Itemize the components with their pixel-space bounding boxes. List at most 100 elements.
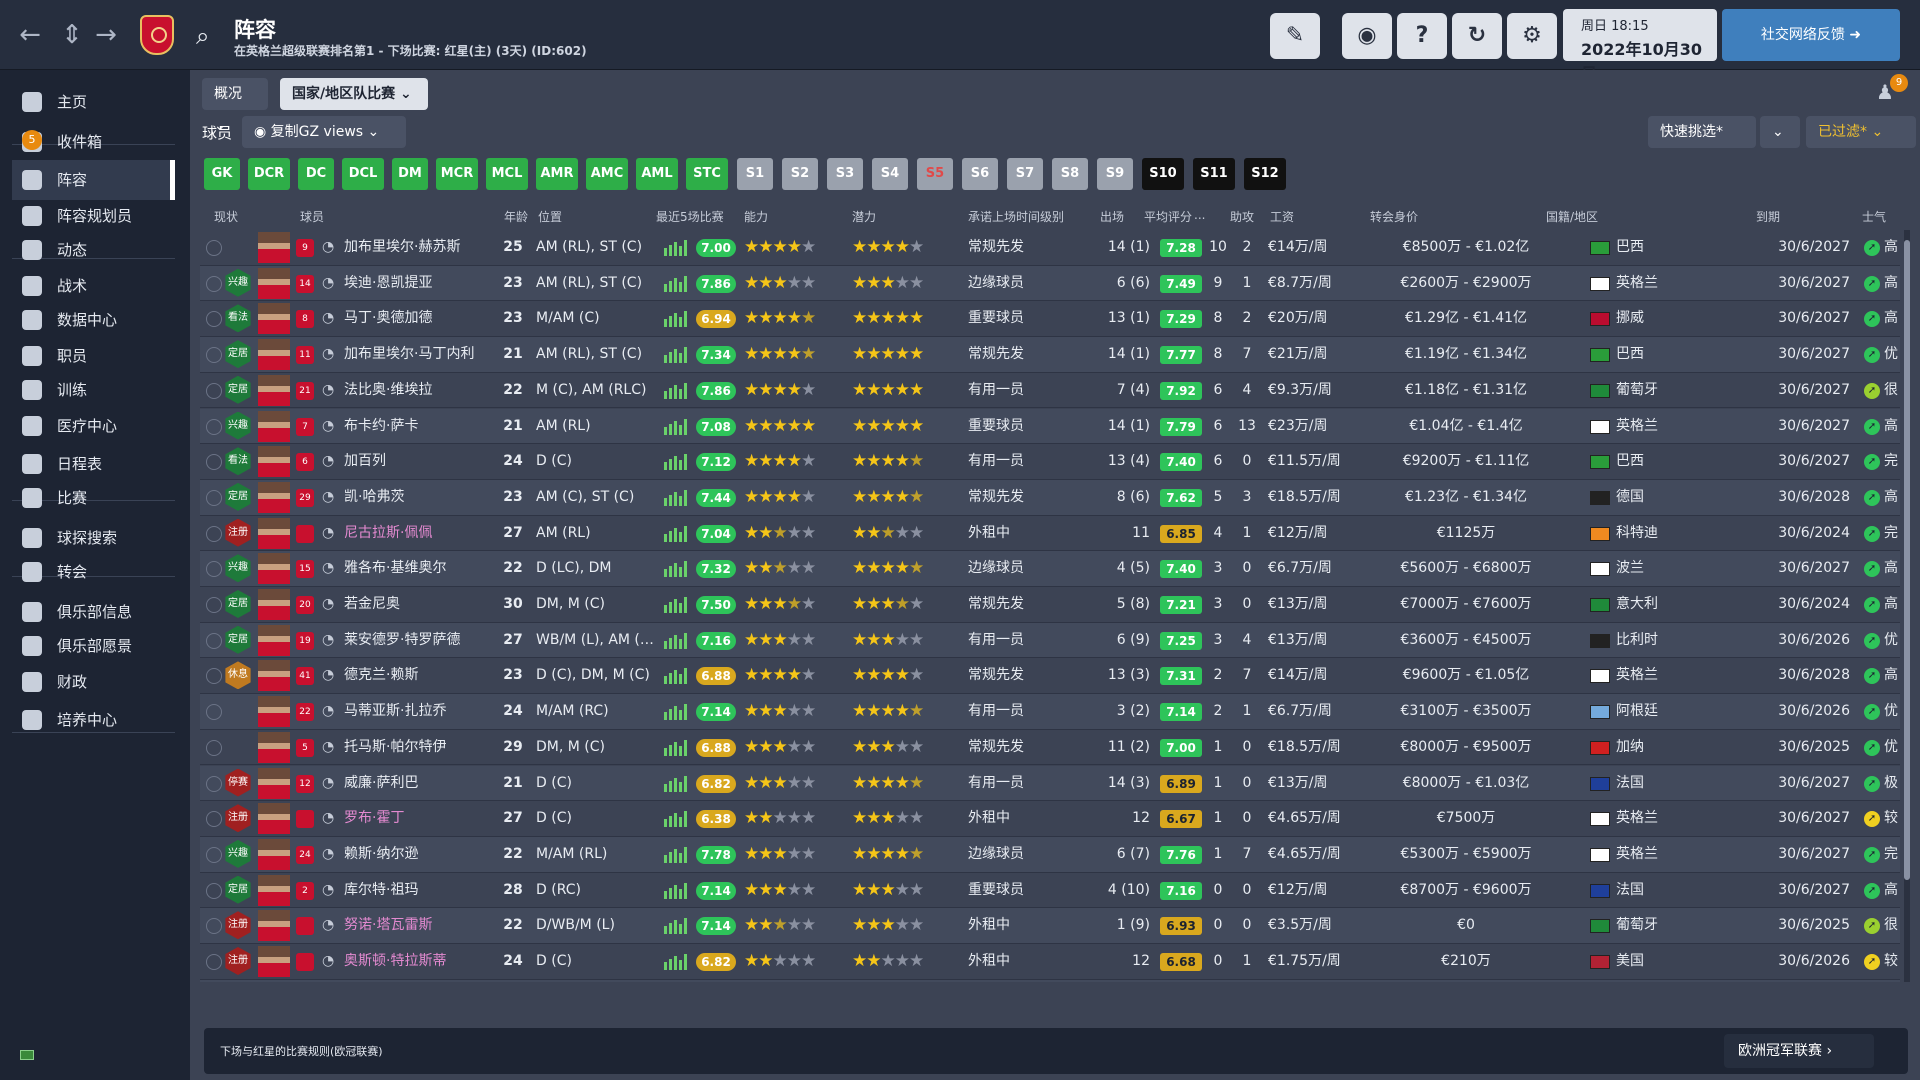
table-row[interactable]: 停赛 12 ◔ 威廉·萨利巴 21 D (C) 6.82 ★★★★★ ★★★★★ 有用一员 14 (… [200, 765, 1900, 802]
player-name-link[interactable]: 托马斯·帕尔特伊 [344, 730, 494, 765]
table-row[interactable]: 定居 11 ◔ 加布里埃尔·马丁内利 21 AM (RL), ST (C) 7.34 ★★★★… [200, 337, 1900, 373]
sidebar-item-0[interactable]: 主页 [12, 82, 175, 122]
sidebar-item-8[interactable]: 训练 [12, 370, 175, 410]
row-select-checkbox[interactable] [206, 846, 222, 863]
col-contract[interactable]: 到期 [1756, 208, 1780, 225]
position-filter-mcl[interactable]: MCL [486, 158, 528, 190]
status-badge[interactable]: 兴趣 [225, 411, 251, 440]
row-select-checkbox[interactable] [206, 882, 222, 899]
scrollbar-thumb[interactable] [1904, 240, 1910, 880]
sidebar-item-4[interactable]: 动态 [12, 230, 175, 270]
row-select-checkbox[interactable] [206, 275, 222, 292]
status-badge[interactable]: 兴趣 [225, 839, 251, 868]
back-button[interactable]: ← [14, 18, 46, 52]
table-row[interactable]: 兴趣 15 ◔ 雅各布·基维奥尔 22 D (LC), DM 7.32 ★★★★★ ★★★★★ 边… [200, 551, 1900, 587]
status-badge[interactable]: 看法 [225, 304, 251, 333]
position-filter-amc[interactable]: AMC [586, 158, 628, 190]
position-filter-dcl[interactable]: DCL [342, 158, 384, 190]
player-name-link[interactable]: 德克兰·赖斯 [344, 658, 494, 693]
social-feedback-button[interactable]: 社交网络反馈 ➜ [1722, 9, 1900, 61]
help-icon[interactable]: ? [1397, 13, 1447, 59]
row-select-checkbox[interactable] [206, 954, 222, 970]
position-filter-s6[interactable]: S6 [962, 158, 998, 190]
globe-icon[interactable]: ◉ [1342, 13, 1392, 59]
position-filter-mcr[interactable]: MCR [436, 158, 478, 190]
col-role[interactable]: 承诺上场时间级别 [968, 208, 1064, 225]
player-name-link[interactable]: 凯·哈弗茨 [344, 480, 494, 515]
row-select-checkbox[interactable] [206, 454, 222, 471]
status-badge[interactable]: 定居 [225, 375, 251, 404]
table-row[interactable]: 定居 20 ◔ 若金尼奥 30 DM, M (C) 7.50 ★★★★★ ★★★★★ 常规先发 5 … [200, 587, 1900, 623]
status-badge[interactable]: 兴趣 [225, 554, 251, 583]
row-select-checkbox[interactable] [206, 668, 222, 685]
status-badge[interactable]: 定居 [225, 590, 251, 618]
sidebar-item-11[interactable]: 比赛 [12, 478, 175, 518]
position-filter-s9[interactable]: S9 [1097, 158, 1133, 190]
col-goals[interactable]: ... [1194, 208, 1205, 222]
quick-pick-button[interactable]: 快速挑选* [1648, 116, 1756, 148]
row-select-checkbox[interactable] [206, 311, 222, 328]
status-badge[interactable]: 注册 [225, 911, 251, 940]
table-row[interactable]: 5 ◔ 托马斯·帕尔特伊 29 DM, M (C) 6.88 ★★★★★ ★★★★★ 常规先发 1… [200, 729, 1900, 766]
player-name-link[interactable]: 加布里埃尔·马丁内利 [344, 337, 494, 372]
filter-dropdown[interactable]: 已过滤* ⌄ [1806, 116, 1916, 148]
row-select-checkbox[interactable] [206, 418, 222, 435]
player-name-link[interactable]: 奥勒克山大·辛琴科 [344, 980, 494, 982]
col-form[interactable]: 最近5场比赛 [656, 208, 724, 225]
col-ability[interactable]: 能力 [744, 208, 768, 225]
table-row[interactable]: 看法 8 ◔ 马丁·奥德加德 23 M/AM (C) 6.94 ★★★★★ ★★★★★ 重要球员 1… [200, 301, 1900, 338]
sidebar-item-6[interactable]: 数据中心 [12, 300, 175, 340]
table-row[interactable]: 定居 2 ◔ 库尔特·祖玛 28 D (RC) 7.14 ★★★★★ ★★★★★ 重要球员 4 (1… [200, 872, 1900, 909]
table-row[interactable]: 休息 41 ◔ 德克兰·赖斯 23 D (C), DM, M (C) 6.88 ★★★★★ ★★… [200, 658, 1900, 695]
row-select-checkbox[interactable] [206, 811, 222, 828]
player-name-link[interactable]: 努诺·塔瓦雷斯 [344, 908, 494, 943]
row-select-checkbox[interactable] [206, 240, 222, 256]
sidebar-item-15[interactable]: 俱乐部愿景 [12, 626, 175, 666]
player-name-link[interactable]: 奥斯顿·特拉斯蒂 [344, 944, 494, 979]
player-name-link[interactable]: 莱安德罗·特罗萨德 [344, 623, 494, 658]
player-name-link[interactable]: 尼古拉斯·佩佩 [344, 516, 494, 551]
player-name-link[interactable]: 布卡约·萨卡 [344, 409, 494, 444]
col-assists[interactable]: 助攻 [1230, 208, 1254, 225]
status-badge[interactable]: 看法 [225, 447, 251, 476]
views-dropdown[interactable]: ◉ 复制GZ views ⌄ [242, 116, 406, 148]
table-row[interactable]: 注册 ◔ 罗布·霍丁 27 D (C) 6.38 ★★★★★ ★★★★★ 外租中 12 6.67 1 0… [200, 801, 1900, 837]
position-filter-amr[interactable]: AMR [536, 158, 578, 190]
position-filter-s8[interactable]: S8 [1052, 158, 1088, 190]
player-name-link[interactable]: 加百列 [344, 444, 494, 479]
status-badge[interactable]: 注册 [225, 518, 251, 547]
table-row[interactable]: 兴趣 14 ◔ 埃迪·恩凯提亚 23 AM (RL), ST (C) 7.86 ★★★★★ ★★… [200, 265, 1900, 302]
player-name-link[interactable]: 若金尼奥 [344, 587, 494, 622]
row-select-checkbox[interactable] [206, 561, 222, 578]
sidebar-item-17[interactable]: 培养中心 [12, 700, 175, 740]
quick-pick-dropdown-arrow[interactable]: ⌄ [1760, 116, 1800, 148]
position-filter-dcr[interactable]: DCR [248, 158, 290, 190]
row-select-checkbox[interactable] [206, 347, 222, 364]
refresh-icon[interactable]: ↻ [1452, 13, 1502, 59]
table-row[interactable]: 兴趣 24 ◔ 赖斯·纳尔逊 22 M/AM (RL) 7.78 ★★★★★ ★★★★★ 边缘球员… [200, 836, 1900, 873]
position-filter-dm[interactable]: DM [392, 158, 428, 190]
row-select-checkbox[interactable] [206, 525, 222, 542]
club-crest-icon[interactable] [140, 15, 174, 55]
row-select-checkbox[interactable] [206, 489, 222, 506]
row-select-checkbox[interactable] [206, 382, 222, 399]
status-badge[interactable]: 定居 [225, 875, 251, 904]
status-badge[interactable]: 休息 [225, 661, 251, 690]
sidebar-item-13[interactable]: 转会 [12, 552, 175, 592]
table-row[interactable]: 定居 29 ◔ 凯·哈弗茨 23 AM (C), ST (C) 7.44 ★★★★★ ★★★★★… [200, 479, 1900, 516]
table-row[interactable]: 注册 ◔ 奥斯顿·特拉斯蒂 24 D (C) 6.82 ★★★★★ ★★★★★ 外租中 12 6.6… [200, 944, 1900, 980]
settings-gear-icon[interactable]: ⚙ [1507, 13, 1557, 59]
col-morale[interactable]: 士气 [1862, 208, 1886, 225]
status-badge[interactable]: 注册 [225, 804, 251, 833]
table-row[interactable]: 22 ◔ 马蒂亚斯·扎拉乔 24 M/AM (RC) 7.14 ★★★★★ ★★★★★ 有用一员… [200, 694, 1900, 730]
sidebar-item-2[interactable]: 阵容 [12, 160, 175, 200]
player-name-link[interactable]: 雅各布·基维奥尔 [344, 551, 494, 586]
status-badge[interactable]: 定居 [225, 340, 251, 369]
col-age[interactable]: 年龄 [504, 208, 528, 225]
row-select-checkbox[interactable] [206, 597, 222, 613]
player-name-link[interactable]: 法比奥·维埃拉 [344, 373, 494, 408]
col-apps[interactable]: 出场 [1100, 208, 1124, 225]
search-icon[interactable]: ⌕ [196, 22, 209, 50]
position-filter-s3[interactable]: S3 [827, 158, 863, 190]
position-filter-s11[interactable]: S11 [1193, 158, 1235, 190]
